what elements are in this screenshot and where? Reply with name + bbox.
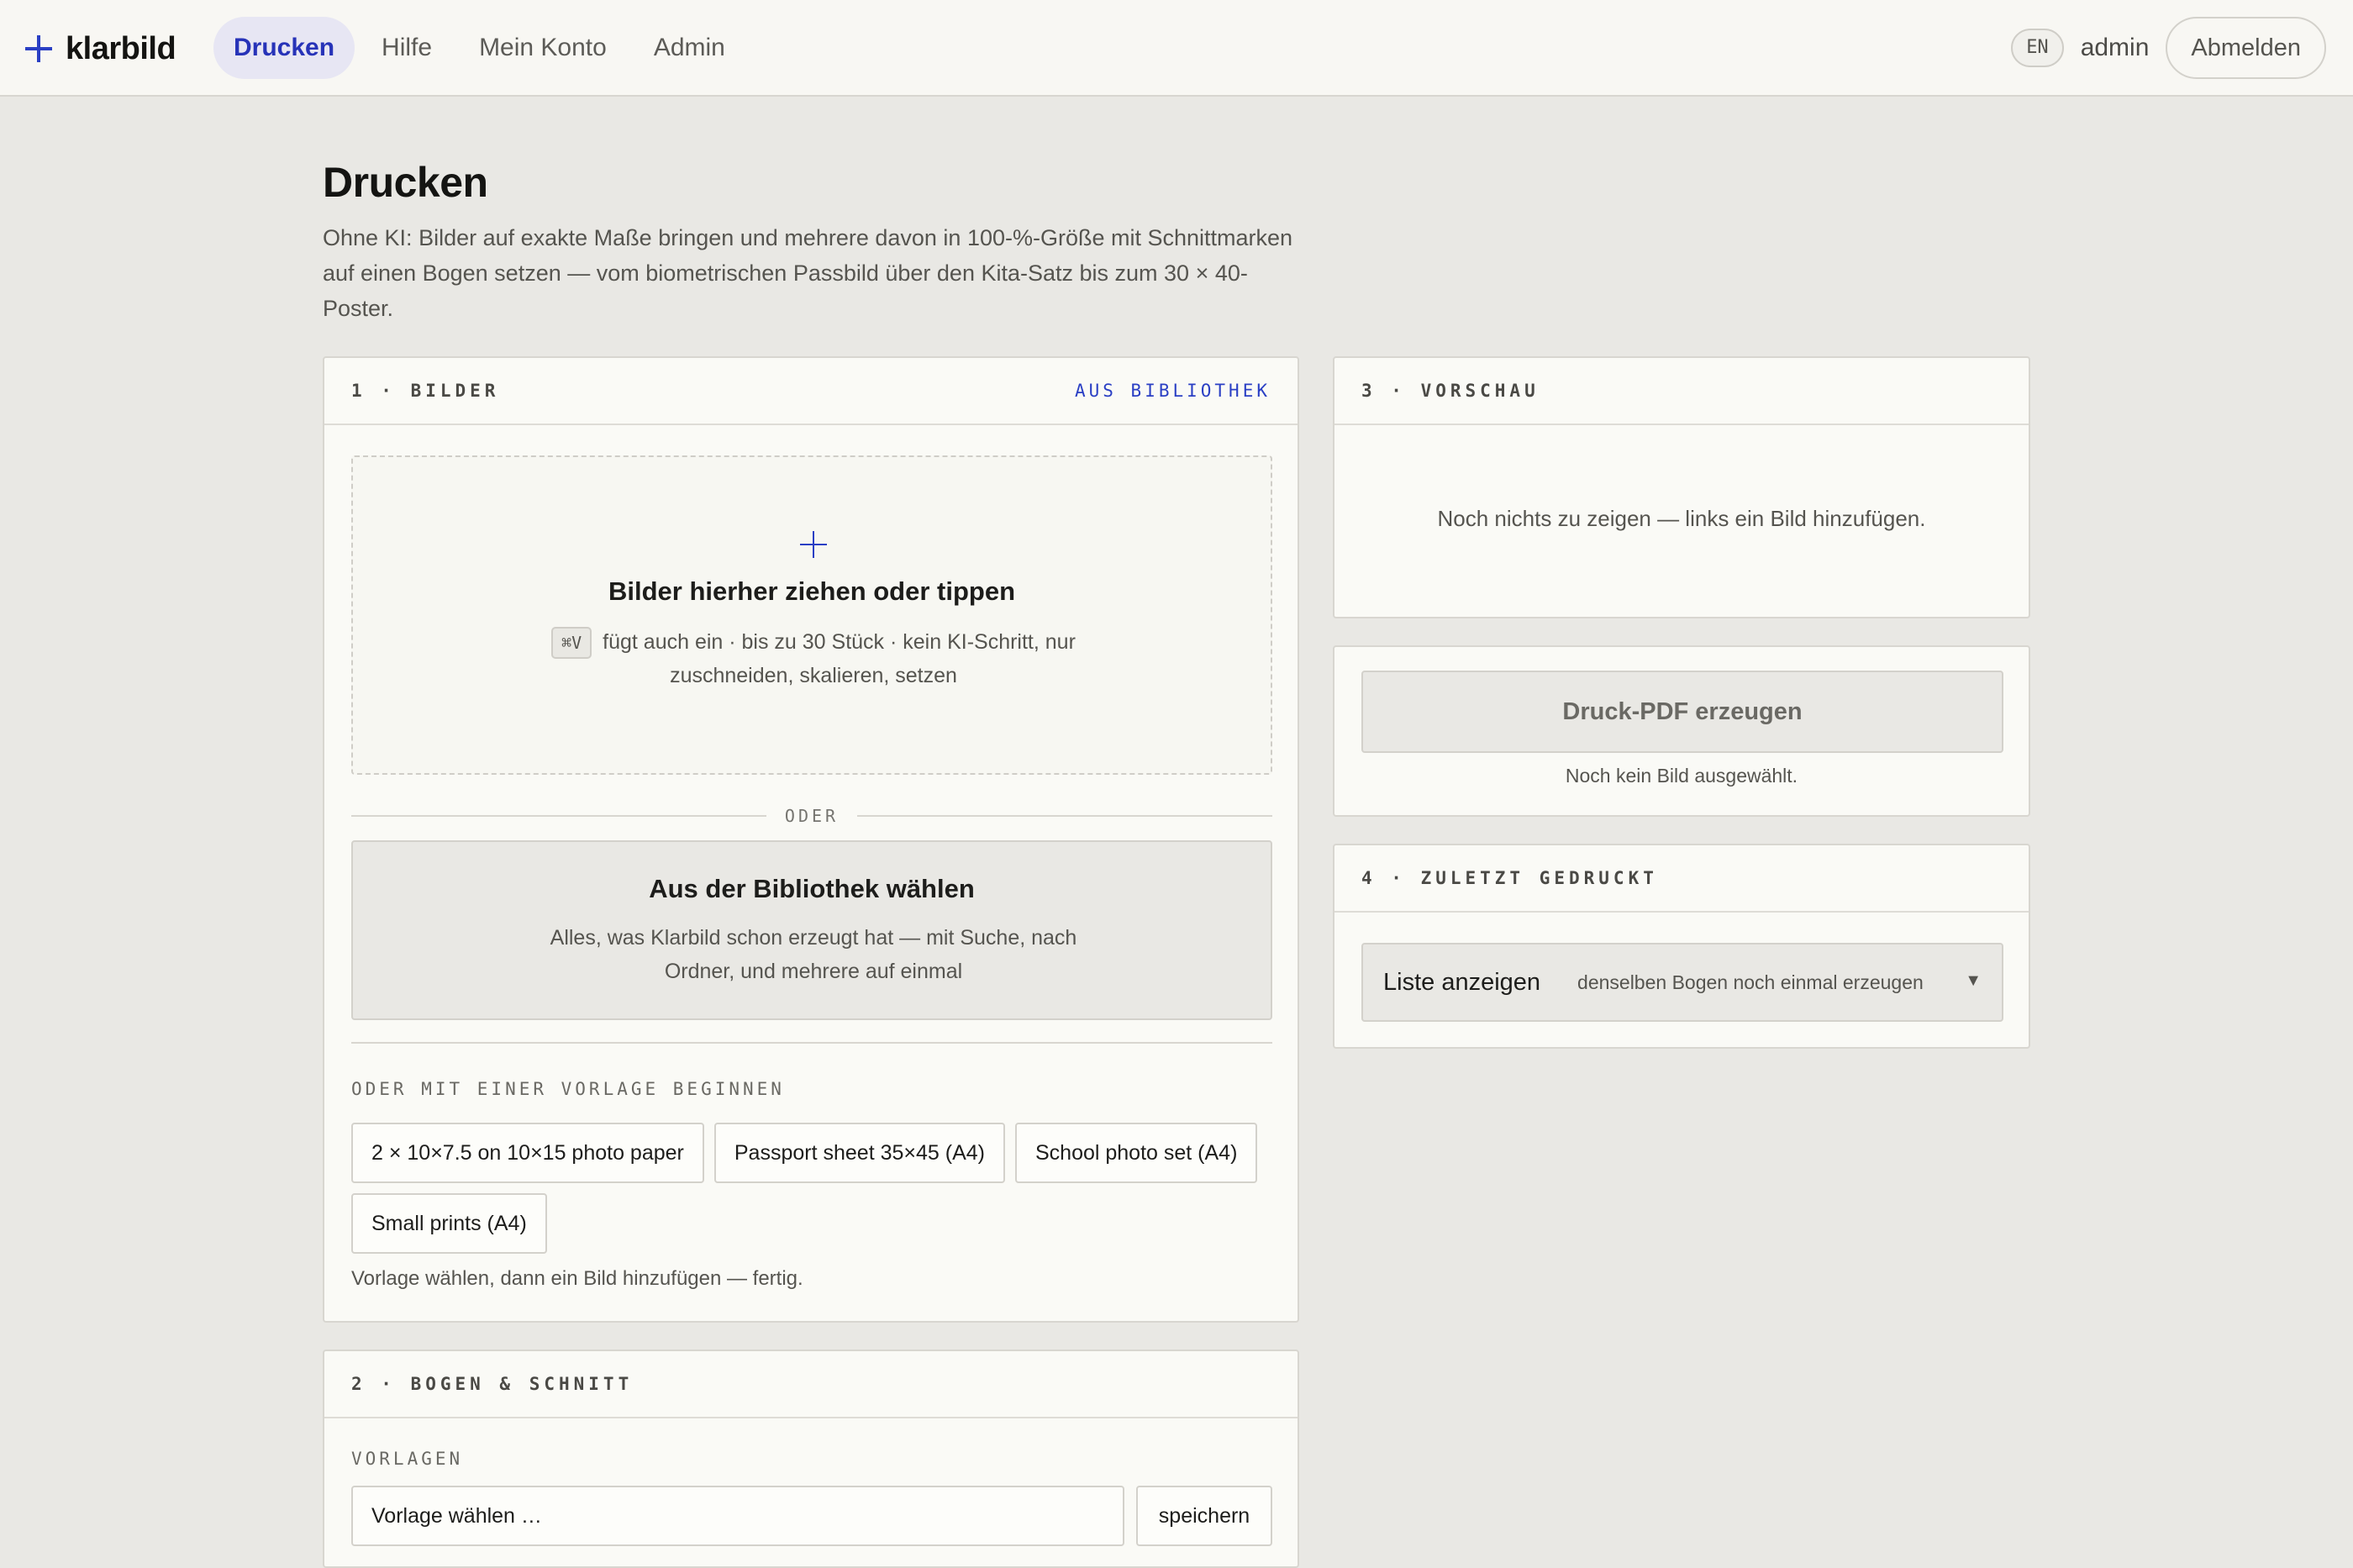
page-title: Drucken [323,159,488,206]
app-name: klarbild [66,30,176,66]
page-description: Ohne KI: Bilder auf exakte Maße bringen … [323,225,1293,321]
preview-card-header: 3 · VORSCHAU [1334,358,2029,425]
sheet-card-header: 2 · BOGEN & SCHNITT [324,1351,1298,1418]
template-chip[interactable]: School photo set (A4) [1014,1123,1258,1183]
recent-card-header: 4 · ZULETZT GEDRUCKT [1334,845,2029,913]
template-chip[interactable]: 2 × 10×7.5 on 10×15 photo paper [351,1123,704,1183]
sheet-templates-label: VORLAGEN [351,1449,464,1469]
plus-icon [24,34,54,64]
images-card-header: 1 · BILDER AUS BIBLIOTHEK [324,358,1298,425]
recent-toggle-subtitle: denselben Bogen noch einmal erzeugen [1577,971,1924,993]
nav-item-drucken[interactable]: Drucken [213,17,355,79]
main-nav: Drucken Hilfe Mein Konto Admin [213,17,752,79]
templates-label: ODER MIT EINER VORLAGE BEGINNEN [351,1079,785,1099]
top-bar: klarbild Drucken Hilfe Mein Konto Admin … [0,0,2353,97]
user-name: admin [2080,34,2150,61]
from-library-link[interactable]: AUS BIBLIOTHEK [1075,381,1271,401]
recent-card: 4 · ZULETZT GEDRUCKT Liste anzeigen dens… [1333,844,2030,1049]
preview-card-title: 3 · VORSCHAU [1361,381,1540,401]
library-title: Aus der Bibliothek wählen [649,874,975,903]
preview-empty-message: Noch nichts zu zeigen — links ein Bild h… [1437,506,1926,531]
nav-item-admin[interactable]: Admin [634,17,745,79]
dropzone-title: Bilder hierher ziehen oder tippen [608,576,1016,606]
template-chips: 2 × 10×7.5 on 10×15 photo paper Passport… [351,1123,1272,1264]
language-toggle[interactable]: EN [2011,29,2064,67]
pdf-card: Druck-PDF erzeugen Noch kein Bild ausgew… [1333,645,2030,817]
template-chip[interactable]: Small prints (A4) [351,1193,547,1254]
plus-icon [800,531,827,558]
dropzone-hint: fügt auch ein · bis zu 30 Stück · kein K… [603,630,1076,688]
save-template-button[interactable]: speichern [1136,1486,1272,1546]
templates-hint: Vorlage wählen, dann ein Bild hinzufügen… [351,1267,803,1290]
show-recent-list-toggle[interactable]: Liste anzeigen denselben Bogen noch einm… [1361,943,2003,1022]
or-divider: ODER [351,803,1272,829]
preview-card: 3 · VORSCHAU Noch nichts zu zeigen — lin… [1333,356,2030,618]
nav-item-hilfe[interactable]: Hilfe [361,17,452,79]
choose-from-library-button[interactable]: Aus der Bibliothek wählen Alles, was Kla… [351,840,1272,1020]
recent-card-title: 4 · ZULETZT GEDRUCKT [1361,868,1658,888]
image-dropzone[interactable]: Bilder hierher ziehen oder tippen ⌘V füg… [351,455,1272,775]
images-card-title: 1 · BILDER [351,381,500,401]
library-subtitle: Alles, was Klarbild schon erzeugt hat — … [550,926,1077,983]
header-actions: EN admin Abmelden [2011,17,2326,79]
sheet-card-title: 2 · BOGEN & SCHNITT [351,1374,634,1394]
nav-item-mein-konto[interactable]: Mein Konto [459,17,627,79]
pdf-hint: Noch kein Bild ausgewählt. [1565,765,1798,787]
app-logo[interactable]: klarbild [24,25,176,72]
logout-button[interactable]: Abmelden [2166,17,2326,79]
template-select[interactable]: Vorlage wählen … [351,1486,1124,1546]
template-chip[interactable]: Passport sheet 35×45 (A4) [713,1123,1005,1183]
dropzone-subtitle: ⌘V fügt auch ein · bis zu 30 Stück · kei… [504,625,1123,692]
paste-shortcut-key: ⌘V [551,627,592,660]
recent-toggle-label: Liste anzeigen [1383,968,1541,996]
images-card: 1 · BILDER AUS BIBLIOTHEK Bilder hierher… [323,356,1299,1323]
divider [351,1042,1272,1044]
generate-pdf-button[interactable]: Druck-PDF erzeugen [1361,671,2003,753]
sheet-card: 2 · BOGEN & SCHNITT VORLAGEN Vorlage wäh… [323,1350,1299,1568]
caret-down-icon: ▼ [1965,971,1982,990]
